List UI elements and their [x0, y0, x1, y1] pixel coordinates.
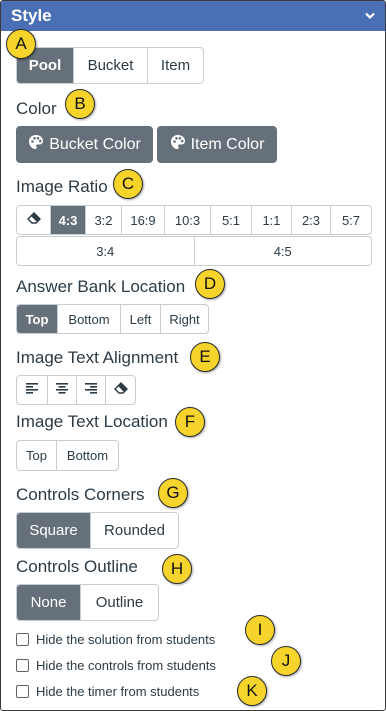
ratio-5-7[interactable]: 5:7	[330, 206, 371, 234]
align-left-button[interactable]	[17, 376, 47, 404]
image-ratio-row2: 3:4 4:5	[16, 236, 372, 266]
none-button[interactable]: None	[17, 585, 80, 620]
outline-button[interactable]: Outline	[80, 585, 158, 620]
answer-bank-bottom-button[interactable]: Bottom	[57, 305, 120, 333]
controls-corners-group: Square Rounded	[16, 512, 179, 549]
annotation-badge: A	[6, 29, 36, 59]
image-text-location-group: Top Bottom	[16, 440, 119, 471]
square-button[interactable]: Square	[17, 513, 90, 548]
bucket-color-label: Bucket Color	[49, 135, 141, 153]
annotation-badge: E	[190, 342, 220, 372]
hide-timer-checkbox-row[interactable]: Hide the timer from students	[16, 684, 199, 699]
hide-solution-checkbox-row[interactable]: Hide the solution from students	[16, 632, 215, 647]
hide-controls-label: Hide the controls from students	[36, 658, 216, 673]
alignment-clear-button[interactable]	[105, 376, 135, 404]
ratio-5-1[interactable]: 5:1	[210, 206, 251, 234]
annotation-badge: C	[113, 169, 143, 199]
ratio-3-4[interactable]: 3:4	[17, 237, 194, 265]
align-center-icon	[56, 381, 68, 399]
align-left-icon	[26, 381, 38, 399]
image-text-top-button[interactable]: Top	[17, 441, 56, 470]
image-text-alignment-group	[16, 375, 136, 405]
hide-controls-checkbox-row[interactable]: Hide the controls from students	[16, 658, 216, 673]
hide-controls-checkbox[interactable]	[16, 659, 29, 672]
answer-bank-right-button[interactable]: Right	[160, 305, 208, 333]
image-ratio-label: Image Ratio	[16, 177, 108, 196]
style-panel: Style Pool Bucket Item Color Bucket Colo…	[0, 0, 386, 711]
annotation-badge: G	[158, 478, 188, 508]
item-color-button[interactable]: Item Color	[157, 126, 277, 163]
ratio-10-3[interactable]: 10:3	[164, 206, 210, 234]
annotation-badge: F	[175, 407, 205, 437]
item-button[interactable]: Item	[147, 48, 203, 83]
ratio-3-2[interactable]: 3:2	[85, 206, 121, 234]
answer-bank-location-group: Top Bottom Left Right	[16, 304, 209, 334]
bucket-color-button[interactable]: Bucket Color	[16, 126, 153, 163]
answer-bank-left-button[interactable]: Left	[120, 305, 160, 333]
controls-corners-label: Controls Corners	[16, 485, 145, 504]
panel-header[interactable]: Style	[1, 1, 385, 31]
answer-bank-location-label: Answer Bank Location	[16, 277, 186, 296]
align-right-icon	[85, 381, 97, 399]
ratio-1-1[interactable]: 1:1	[251, 206, 291, 234]
image-text-alignment-label: Image Text Alignment	[16, 348, 179, 367]
answer-bank-top-button[interactable]: Top	[17, 305, 57, 333]
type-toggle-group: Pool Bucket Item	[16, 47, 204, 84]
hide-solution-checkbox[interactable]	[16, 633, 29, 646]
hide-timer-label: Hide the timer from students	[36, 684, 200, 699]
ratio-4-5[interactable]: 4:5	[193, 237, 372, 265]
annotation-badge: D	[195, 269, 225, 299]
palette-icon	[170, 134, 186, 155]
ratio-2-3[interactable]: 2:3	[291, 206, 330, 234]
hide-solution-label: Hide the solution from students	[36, 632, 216, 647]
annotation-badge: J	[271, 646, 301, 676]
annotation-badge: H	[162, 554, 192, 584]
ratio-16-9[interactable]: 16:9	[121, 206, 164, 234]
align-center-button[interactable]	[47, 376, 76, 404]
palette-icon	[28, 134, 44, 155]
item-color-label: Item Color	[190, 135, 265, 153]
eraser-icon	[26, 211, 41, 229]
annotation-badge: B	[65, 89, 95, 119]
bucket-button[interactable]: Bucket	[73, 48, 147, 83]
hide-timer-checkbox[interactable]	[16, 685, 29, 698]
controls-outline-label: Controls Outline	[16, 557, 138, 576]
image-ratio-row1: 4:3 3:2 16:9 10:3 5:1 1:1 2:3 5:7	[16, 205, 372, 235]
annotation-badge: K	[237, 676, 267, 706]
color-label: Color	[16, 99, 57, 118]
rounded-button[interactable]: Rounded	[90, 513, 178, 548]
eraser-icon	[113, 381, 128, 399]
ratio-clear-button[interactable]	[17, 206, 50, 234]
chevron-down-icon[interactable]	[365, 1, 375, 31]
annotation-badge: I	[245, 615, 275, 645]
image-text-location-label: Image Text Location	[16, 412, 168, 431]
align-right-button[interactable]	[76, 376, 105, 404]
image-text-bottom-button[interactable]: Bottom	[56, 441, 118, 470]
controls-outline-group: None Outline	[16, 584, 159, 621]
panel-title: Style	[11, 6, 52, 25]
ratio-4-3[interactable]: 4:3	[50, 206, 85, 234]
